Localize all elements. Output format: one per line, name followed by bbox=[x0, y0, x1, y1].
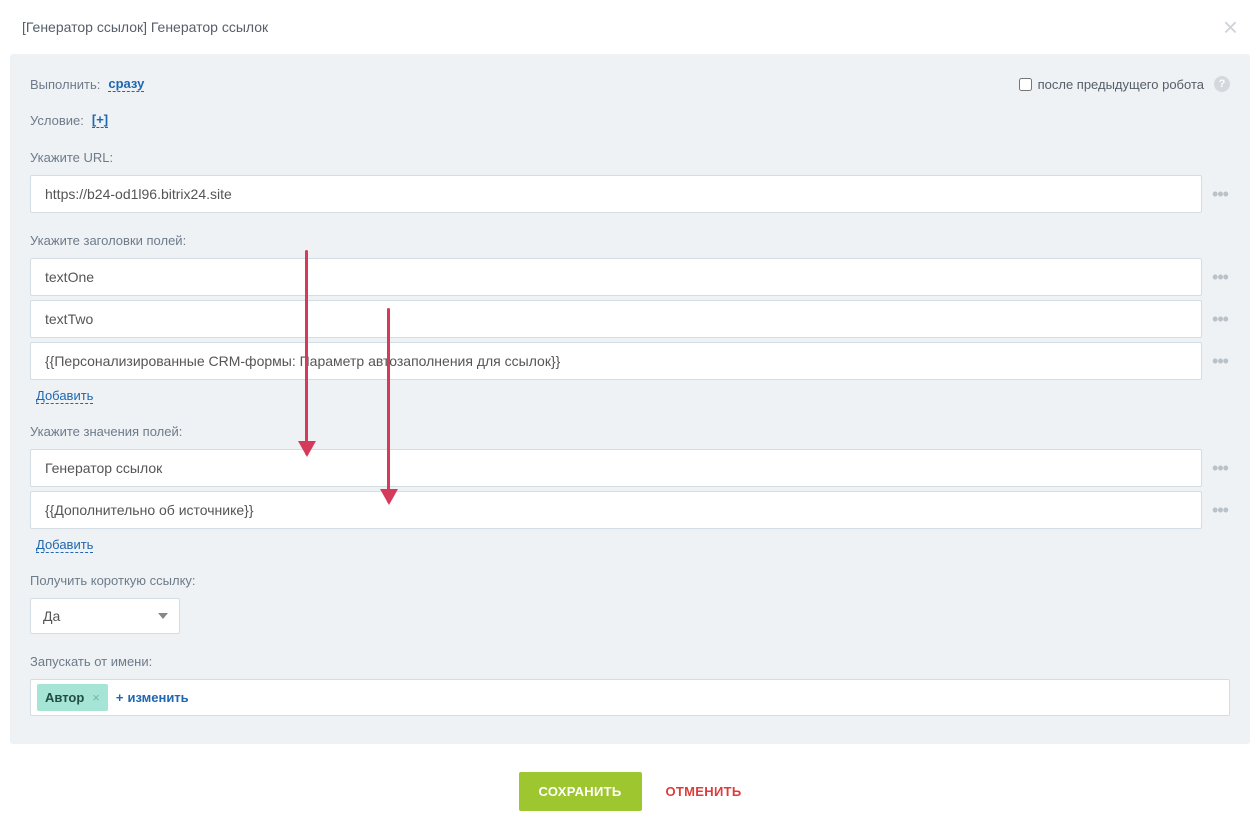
header-input-1[interactable] bbox=[30, 300, 1202, 338]
headers-label: Укажите заголовки полей: bbox=[30, 233, 1230, 248]
more-icon[interactable]: ••• bbox=[1210, 309, 1230, 330]
short-link-select[interactable]: Да bbox=[30, 598, 180, 634]
condition-add-link[interactable]: [+] bbox=[92, 112, 108, 128]
run-as-section: Запускать от имени: Автор × +изменить bbox=[30, 654, 1230, 716]
condition-row: Условие: [+] bbox=[30, 112, 1230, 128]
close-icon[interactable]: × bbox=[1223, 14, 1238, 40]
more-icon[interactable]: ••• bbox=[1210, 267, 1230, 288]
header-input-2[interactable] bbox=[30, 342, 1202, 380]
dialog-title: [Генератор ссылок] Генератор ссылок bbox=[22, 19, 268, 35]
more-icon[interactable]: ••• bbox=[1210, 458, 1230, 479]
cancel-button[interactable]: ОТМЕНИТЬ bbox=[666, 784, 742, 799]
short-link-label: Получить короткую ссылку: bbox=[30, 573, 1230, 588]
execution-row: Выполнить: сразу после предыдущего робот… bbox=[30, 76, 1230, 92]
annotation-arrow bbox=[305, 250, 308, 455]
annotation-arrow bbox=[387, 308, 390, 503]
dialog-body: Выполнить: сразу после предыдущего робот… bbox=[10, 54, 1250, 744]
more-icon[interactable]: ••• bbox=[1210, 184, 1230, 205]
run-as-tag-label: Автор bbox=[45, 690, 84, 705]
save-button[interactable]: СОХРАНИТЬ bbox=[519, 772, 642, 811]
value-input-1[interactable] bbox=[30, 491, 1202, 529]
values-add-link[interactable]: Добавить bbox=[36, 537, 93, 553]
run-as-box: Автор × +изменить bbox=[30, 679, 1230, 716]
condition-label: Условие: bbox=[30, 113, 84, 128]
values-label: Укажите значения полей: bbox=[30, 424, 1230, 439]
dialog-header: [Генератор ссылок] Генератор ссылок × bbox=[0, 0, 1260, 54]
header-input-0[interactable] bbox=[30, 258, 1202, 296]
headers-add-link[interactable]: Добавить bbox=[36, 388, 93, 404]
after-previous-input[interactable] bbox=[1019, 78, 1032, 91]
more-icon[interactable]: ••• bbox=[1210, 500, 1230, 521]
after-previous-label: после предыдущего робота bbox=[1038, 77, 1204, 92]
value-input-0[interactable] bbox=[30, 449, 1202, 487]
values-section: Укажите значения полей: ••• ••• Добавить bbox=[30, 424, 1230, 553]
url-input[interactable] bbox=[30, 175, 1202, 213]
dialog-footer: СОХРАНИТЬ ОТМЕНИТЬ bbox=[0, 744, 1260, 829]
more-icon[interactable]: ••• bbox=[1210, 351, 1230, 372]
headers-section: Укажите заголовки полей: ••• ••• ••• Доб… bbox=[30, 233, 1230, 404]
change-run-as-link[interactable]: +изменить bbox=[116, 690, 189, 705]
execute-value-link[interactable]: сразу bbox=[108, 76, 144, 92]
help-icon[interactable]: ? bbox=[1214, 76, 1230, 92]
short-link-section: Получить короткую ссылку: Да bbox=[30, 573, 1230, 634]
run-as-tag: Автор × bbox=[37, 684, 108, 711]
after-previous-checkbox[interactable]: после предыдущего робота bbox=[1019, 77, 1204, 92]
run-as-label: Запускать от имени: bbox=[30, 654, 1230, 669]
url-section: Укажите URL: ••• bbox=[30, 150, 1230, 213]
remove-tag-icon[interactable]: × bbox=[92, 690, 100, 705]
execute-label: Выполнить: bbox=[30, 77, 100, 92]
url-label: Укажите URL: bbox=[30, 150, 1230, 165]
